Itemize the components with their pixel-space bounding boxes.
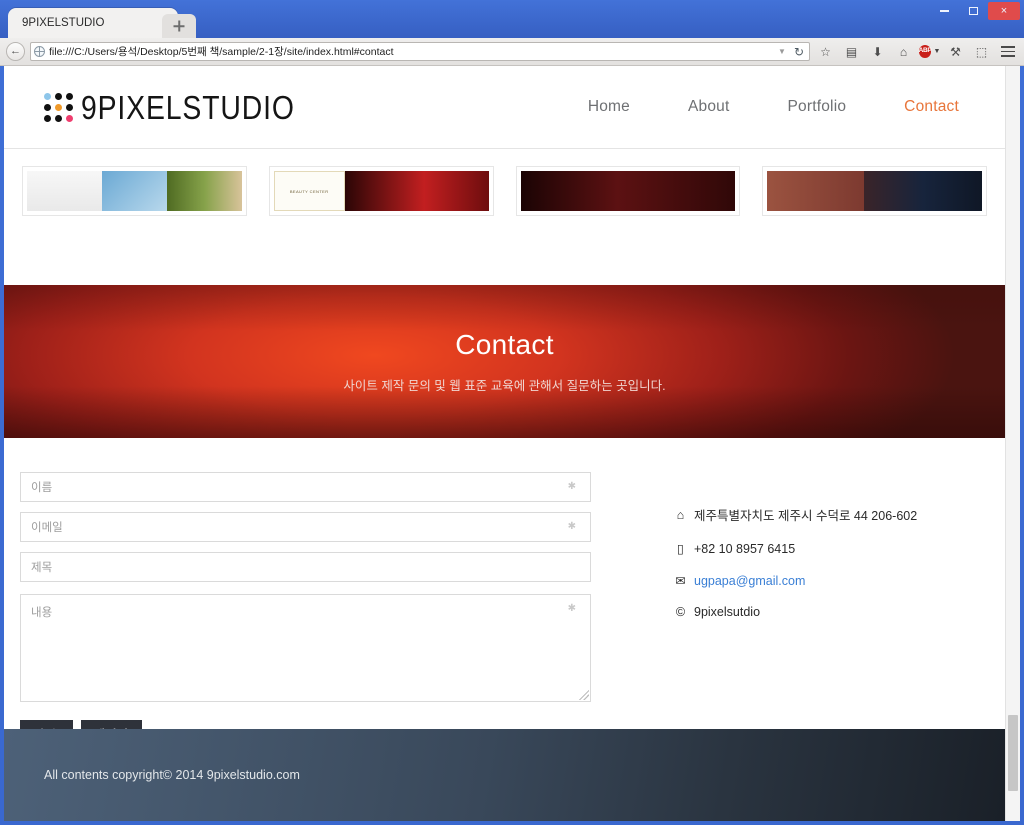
subject-field-placeholder: 제목 [31, 562, 53, 574]
minimize-button[interactable] [930, 2, 958, 20]
extensions-icon[interactable]: ⬚ [971, 41, 992, 62]
download-icon[interactable]: ⬇ [867, 41, 888, 62]
resize-handle-icon[interactable] [579, 690, 589, 700]
adblock-plus-button[interactable]: ABP ▼ [918, 41, 941, 62]
wrench-icon[interactable]: ⚒ [945, 41, 966, 62]
contact-info-owner: © 9pixelsutdio [674, 605, 965, 619]
browser-tab[interactable]: 9PIXELSTUDIO [8, 8, 178, 38]
site-globe-icon [34, 46, 45, 57]
owner-text: 9pixelsutdio [694, 605, 761, 619]
contact-info-email: ✉ ugpapa@gmail.com [674, 573, 965, 589]
site-header: 9PIXELSTUDIO Home About Portfolio Contac… [4, 66, 1005, 149]
tab-strip: 9PIXELSTUDIO [8, 8, 196, 38]
chevron-down-icon: ▼ [933, 48, 941, 55]
home-icon: ⌂ [676, 507, 685, 522]
reading-list-icon[interactable]: ▤ [841, 41, 862, 62]
mobile-phone-icon: ▯ [677, 542, 684, 556]
email-link[interactable]: ugpapa@gmail.com [694, 574, 805, 588]
portfolio-card[interactable] [762, 166, 987, 216]
nav-item-contact[interactable]: Contact [904, 98, 959, 116]
contact-hero-banner: Contact 사이트 제작 문의 및 웹 표준 교육에 관해서 질문하는 곳입… [4, 285, 1005, 438]
address-bar[interactable]: file:///C:/Users/용석/Desktop/5번째 책/sample… [30, 42, 810, 61]
email-field[interactable]: 이메일 ✱ [20, 512, 591, 542]
hamburger-icon [1000, 46, 1015, 57]
site-logo[interactable]: 9PIXELSTUDIO [44, 91, 330, 124]
portfolio-thumbnail [520, 171, 736, 211]
web-page: BEAUTY CENTER 9PIXELSTUDIO Home About Po… [4, 66, 1005, 821]
browser-titlebar: 9PIXELSTUDIO × [0, 0, 1024, 38]
window-controls: × [930, 2, 1020, 20]
new-tab-button[interactable] [162, 14, 196, 38]
email-field-placeholder: 이메일 [31, 522, 63, 534]
name-field-placeholder: 이름 [31, 482, 53, 494]
required-marker: ✱ [567, 521, 576, 532]
portfolio-card[interactable] [515, 166, 741, 216]
reload-icon[interactable]: ↻ [792, 45, 806, 59]
contact-info-address: ⌂ 제주특별자치도 제주시 수덕로 44 206-602 [674, 505, 965, 524]
back-button[interactable]: ← [6, 42, 25, 61]
scrollbar-thumb[interactable] [1008, 715, 1018, 791]
logo-text: 9PIXELSTUDIO [81, 88, 295, 126]
site-footer: All contents copyright© 2014 9pixelstudi… [4, 729, 1005, 821]
page-subtitle: 사이트 제작 문의 및 웹 표준 교육에 관해서 질문하는 곳입니다. [343, 379, 666, 393]
browser-toolbar: ← file:///C:/Users/용석/Desktop/5번째 책/samp… [0, 38, 1024, 66]
nav-item-portfolio[interactable]: Portfolio [788, 98, 847, 116]
copyright-icon: © [675, 605, 686, 619]
page-title: Contact [455, 329, 554, 360]
portfolio-card-caption: BEAUTY CENTER [273, 171, 345, 211]
portfolio-card[interactable] [22, 166, 247, 216]
home-icon[interactable]: ⌂ [893, 41, 914, 62]
pixel-dots-icon [44, 92, 73, 122]
envelope-icon: ✉ [675, 574, 686, 588]
close-button[interactable]: × [988, 2, 1020, 20]
page-viewport: BEAUTY CENTER 9PIXELSTUDIO Home About Po… [4, 66, 1020, 821]
name-field[interactable]: 이름 ✱ [20, 472, 591, 502]
bookmark-star-icon[interactable]: ☆ [815, 41, 836, 62]
copyright-text: All contents copyright© 2014 9pixelstudi… [44, 768, 300, 782]
message-textarea[interactable]: 내용 ✱ [20, 594, 591, 702]
phone-text: +82 10 8957 6415 [694, 541, 796, 556]
required-marker: ✱ [567, 481, 576, 492]
url-text: file:///C:/Users/용석/Desktop/5번째 책/sample… [49, 46, 394, 58]
browser-window: 9PIXELSTUDIO × ← file:///C:/Users/용석/Des… [0, 0, 1024, 825]
nav-item-about[interactable]: About [688, 98, 730, 116]
contact-info-phone: ▯ +82 10 8957 6415 [674, 541, 965, 557]
page-scrollbar[interactable] [1005, 66, 1020, 821]
address-text: 제주특별자치도 제주시 수덕로 44 206-602 [694, 509, 918, 523]
menu-icon[interactable] [997, 41, 1018, 62]
portfolio-card[interactable]: BEAUTY CENTER [268, 166, 494, 216]
portfolio-thumbnail [27, 171, 242, 211]
subject-field[interactable]: 제목 [20, 552, 591, 582]
chevron-down-icon[interactable]: ▼ [778, 47, 788, 56]
message-placeholder: 내용 [31, 607, 53, 619]
maximize-button[interactable] [959, 2, 987, 20]
nav-item-home[interactable]: Home [588, 98, 630, 116]
portfolio-thumbnail: BEAUTY CENTER [273, 171, 489, 211]
tab-title: 9PIXELSTUDIO [22, 17, 105, 29]
adblock-plus-icon: ABP [918, 45, 932, 58]
required-marker: ✱ [567, 603, 576, 614]
portfolio-thumbnail [767, 171, 982, 211]
site-navigation: Home About Portfolio Contact [588, 98, 959, 116]
